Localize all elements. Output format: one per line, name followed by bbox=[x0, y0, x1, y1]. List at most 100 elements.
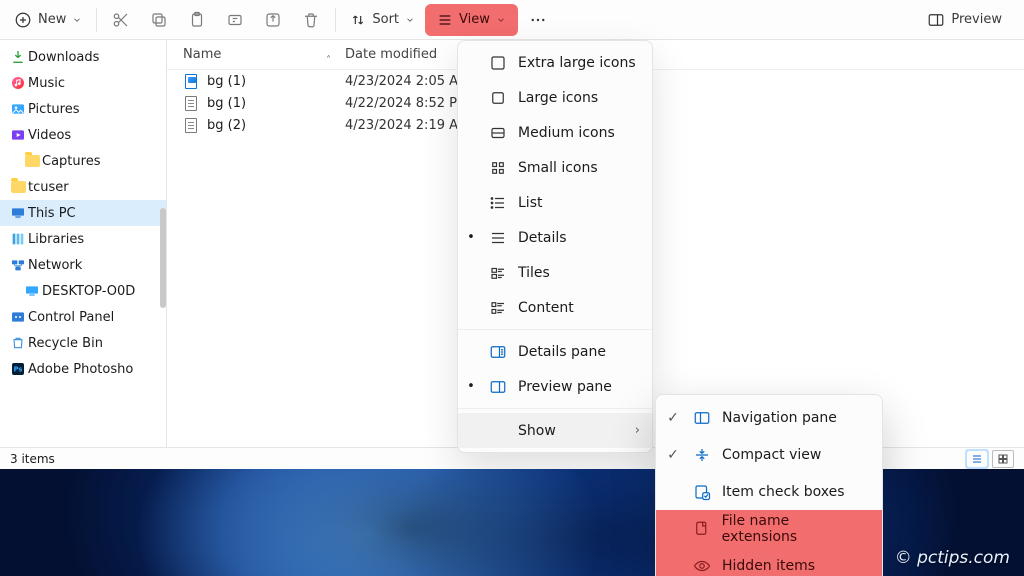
check-icon: ✓ bbox=[664, 447, 682, 463]
nav-item-label: Videos bbox=[28, 128, 71, 143]
show-option-navigation-pane[interactable]: ✓ Navigation pane bbox=[656, 399, 882, 436]
folder-icon bbox=[24, 153, 40, 169]
photoshop-icon: Ps bbox=[10, 361, 26, 377]
view-pane-details-pane[interactable]: Details pane bbox=[458, 334, 652, 369]
view-option-small-icons[interactable]: Small icons bbox=[458, 150, 652, 185]
nav-item-label: Network bbox=[28, 258, 82, 273]
watermark: © pctips.com bbox=[895, 548, 1010, 568]
paste-button[interactable] bbox=[179, 4, 215, 36]
menu-item-label: Medium icons bbox=[518, 125, 640, 141]
details-pane-icon bbox=[488, 343, 508, 361]
view-list-icon bbox=[437, 12, 453, 28]
menu-item-label: Tiles bbox=[518, 265, 640, 281]
checkboxes-icon bbox=[692, 483, 712, 501]
scrollbar-thumb[interactable] bbox=[160, 208, 166, 308]
nav-item-label: Libraries bbox=[28, 232, 84, 247]
view-option-tiles[interactable]: Tiles bbox=[458, 255, 652, 290]
separator bbox=[96, 8, 97, 32]
menu-item-label: Content bbox=[518, 300, 640, 316]
preview-pane-icon bbox=[488, 378, 508, 396]
column-header-name[interactable]: Name ˄ bbox=[167, 47, 337, 62]
submenu-item-label: Compact view bbox=[722, 447, 821, 463]
column-header-date[interactable]: Date modified bbox=[337, 47, 437, 62]
view-option-large-icons[interactable]: Large icons bbox=[458, 80, 652, 115]
md-icon bbox=[488, 124, 508, 142]
nav-item-adobe-photosho[interactable]: Ps Adobe Photosho bbox=[0, 356, 166, 382]
chevron-down-icon bbox=[72, 15, 82, 25]
view-option-list[interactable]: List bbox=[458, 185, 652, 220]
nav-item-captures[interactable]: Captures bbox=[0, 148, 166, 174]
view-show-submenu[interactable]: Show › bbox=[458, 413, 652, 448]
share-button[interactable] bbox=[255, 4, 291, 36]
show-option-file-name-extensions[interactable]: File name extensions bbox=[656, 510, 882, 547]
show-option-item-check-boxes[interactable]: Item check boxes bbox=[656, 473, 882, 510]
view-pane-preview-pane[interactable]: • Preview pane bbox=[458, 369, 652, 404]
file-date-cell: 4/22/2024 8:52 PM bbox=[337, 96, 468, 111]
new-button[interactable]: New bbox=[6, 4, 90, 36]
downloads-icon bbox=[10, 49, 26, 65]
nav-item-pictures[interactable]: Pictures bbox=[0, 96, 166, 122]
view-mode-thumbnails[interactable] bbox=[992, 450, 1014, 468]
separator bbox=[335, 8, 336, 32]
show-option-compact-view[interactable]: ✓ Compact view bbox=[656, 436, 882, 473]
sort-button[interactable]: Sort bbox=[342, 4, 423, 36]
show-submenu: ✓ Navigation pane✓ Compact view Item che… bbox=[655, 394, 883, 576]
copy-button[interactable] bbox=[141, 4, 177, 36]
navigation-pane[interactable]: Downloads Music Pictures Videos Captures… bbox=[0, 40, 167, 458]
nav-item-recycle-bin[interactable]: Recycle Bin bbox=[0, 330, 166, 356]
nav-item-label: Control Panel bbox=[28, 310, 114, 325]
compact-icon bbox=[692, 446, 712, 464]
nav-item-label: Adobe Photosho bbox=[28, 362, 133, 377]
nav-item-tcuser[interactable]: tcuser bbox=[0, 174, 166, 200]
nav-item-videos[interactable]: Videos bbox=[0, 122, 166, 148]
view-option-medium-icons[interactable]: Medium icons bbox=[458, 115, 652, 150]
nav-item-downloads[interactable]: Downloads bbox=[0, 44, 166, 70]
nav-item-label: tcuser bbox=[28, 180, 69, 195]
more-button[interactable] bbox=[520, 4, 556, 36]
nav-item-control-panel[interactable]: Control Panel bbox=[0, 304, 166, 330]
nav-item-desktop-o0d[interactable]: DESKTOP-O0D bbox=[0, 278, 166, 304]
column-header-name-label: Name bbox=[183, 47, 221, 62]
music-icon bbox=[10, 75, 26, 91]
lg-icon bbox=[488, 89, 508, 107]
preview-pane-icon bbox=[927, 11, 945, 29]
item-count: 3 items bbox=[10, 452, 55, 466]
show-option-hidden-items[interactable]: Hidden items bbox=[656, 547, 882, 576]
chevron-down-icon bbox=[496, 15, 506, 25]
delete-button[interactable] bbox=[293, 4, 329, 36]
file-date: 4/23/2024 2:19 AM bbox=[345, 118, 469, 133]
share-icon bbox=[264, 11, 282, 29]
view-button[interactable]: View bbox=[425, 4, 518, 36]
file-name: bg (2) bbox=[207, 118, 246, 133]
file-date: 4/23/2024 2:05 AM bbox=[345, 74, 469, 89]
menu-item-label: Show bbox=[518, 423, 625, 439]
rename-button[interactable] bbox=[217, 4, 253, 36]
nav-item-libraries[interactable]: Libraries bbox=[0, 226, 166, 252]
column-header-date-label: Date modified bbox=[345, 47, 437, 62]
control-icon bbox=[10, 309, 26, 325]
nav-item-label: This PC bbox=[28, 206, 76, 221]
menu-item-label: Details bbox=[518, 230, 640, 246]
recycle-icon bbox=[10, 335, 26, 351]
folder-icon bbox=[10, 179, 26, 195]
preview-pane-toggle[interactable]: Preview bbox=[919, 4, 1010, 36]
menu-item-label: Preview pane bbox=[518, 379, 640, 395]
nav-item-this-pc[interactable]: This PC bbox=[0, 200, 166, 226]
content-icon bbox=[488, 299, 508, 317]
file-date-cell: 4/23/2024 2:19 AM bbox=[337, 118, 469, 133]
file-date: 4/22/2024 8:52 PM bbox=[345, 96, 468, 111]
clipboard-icon bbox=[188, 11, 206, 29]
nav-item-music[interactable]: Music bbox=[0, 70, 166, 96]
view-option-content[interactable]: Content bbox=[458, 290, 652, 325]
view-option-details[interactable]: • Details bbox=[458, 220, 652, 255]
command-bar: New Sort View Preview bbox=[0, 0, 1024, 40]
current-indicator: • bbox=[464, 230, 478, 245]
file-name: bg (1) bbox=[207, 96, 246, 111]
view-mode-details[interactable] bbox=[966, 450, 988, 468]
nav-item-network[interactable]: Network bbox=[0, 252, 166, 278]
nav-pane-icon bbox=[692, 409, 712, 427]
file-name-cell: bg (1) bbox=[167, 73, 337, 89]
libraries-icon bbox=[10, 231, 26, 247]
view-option-extra-large-icons[interactable]: Extra large icons bbox=[458, 45, 652, 80]
cut-button[interactable] bbox=[103, 4, 139, 36]
